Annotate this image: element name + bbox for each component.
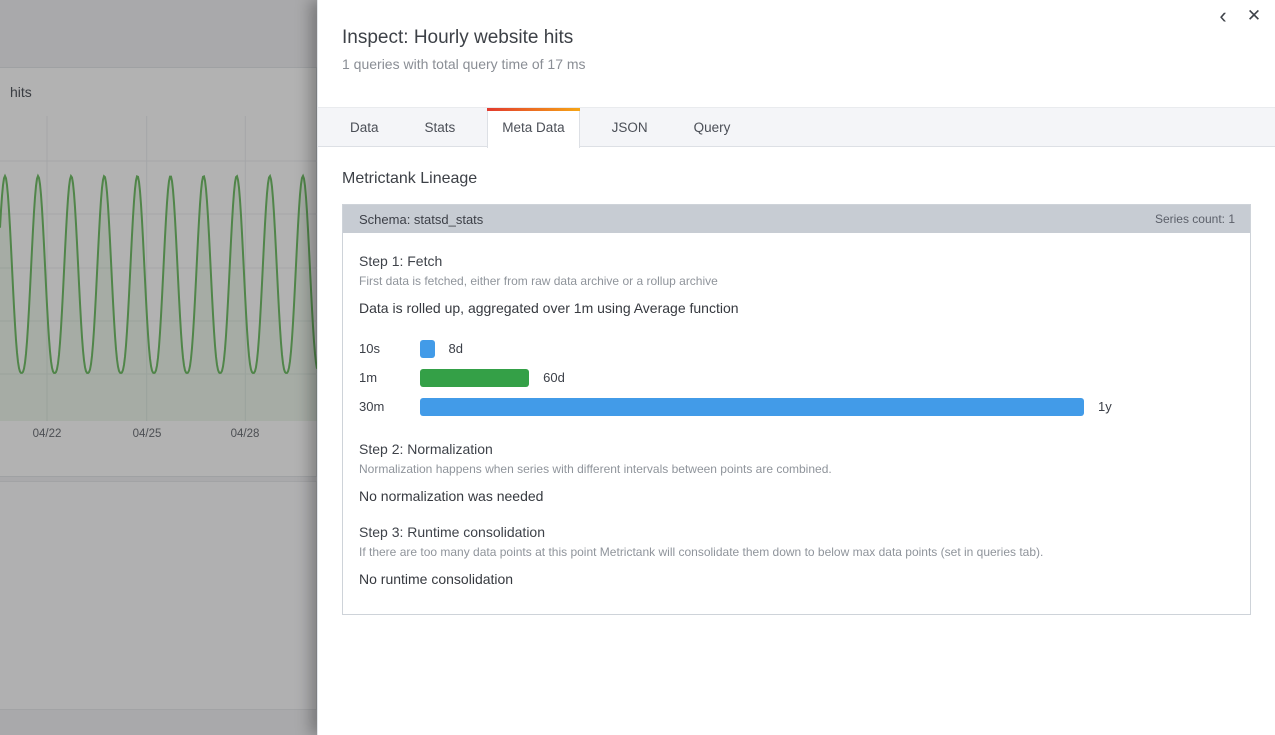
drawer-subtitle: 1 queries with total query time of 17 ms bbox=[342, 56, 1235, 72]
schema-box-body: Step 1: Fetch First data is fetched, eit… bbox=[343, 233, 1250, 614]
retention-row: 30m 1y bbox=[359, 392, 1234, 421]
step-desc: First data is fetched, either from raw d… bbox=[359, 274, 1234, 288]
tab-json[interactable]: JSON bbox=[598, 108, 662, 147]
step-runtime-consolidation: Step 3: Runtime consolidation If there a… bbox=[359, 524, 1234, 587]
tab-stats[interactable]: Stats bbox=[411, 108, 470, 147]
schema-title: Schema: statsd_stats bbox=[359, 212, 483, 227]
retention-interval: 1m bbox=[359, 370, 420, 385]
close-icon[interactable]: ✕ bbox=[1241, 4, 1267, 28]
inspect-drawer: ‹ ✕ Inspect: Hourly website hits 1 queri… bbox=[317, 0, 1275, 735]
step-fetch: Step 1: Fetch First data is fetched, eit… bbox=[359, 253, 1234, 421]
step-desc: Normalization happens when series with d… bbox=[359, 462, 1234, 476]
drawer-title: Inspect: Hourly website hits bbox=[342, 27, 1235, 49]
drawer-controls: ‹ ✕ bbox=[1211, 4, 1267, 28]
series-count: Series count: 1 bbox=[1155, 212, 1235, 226]
step-result: Data is rolled up, aggregated over 1m us… bbox=[359, 300, 1234, 316]
retention-bar bbox=[420, 369, 529, 387]
retention-interval: 10s bbox=[359, 341, 420, 356]
dashboard-backdrop: hits 04/22 04/25 04/28 bbox=[0, 0, 317, 735]
step-desc: If there are too many data points at thi… bbox=[359, 545, 1234, 559]
step-result: No runtime consolidation bbox=[359, 571, 1234, 587]
retention-chart: 10s 8d 1m 60d 30m 1y bbox=[359, 334, 1234, 421]
retention-bar bbox=[420, 398, 1084, 416]
step-normalization: Step 2: Normalization Normalization happ… bbox=[359, 441, 1234, 504]
step-result: No normalization was needed bbox=[359, 488, 1234, 504]
step-title: Step 3: Runtime consolidation bbox=[359, 524, 1234, 540]
inspect-tab-bar: Data Stats Meta Data JSON Query bbox=[318, 107, 1275, 147]
retention-row: 1m 60d bbox=[359, 363, 1234, 392]
tab-data[interactable]: Data bbox=[336, 108, 393, 147]
retention-duration: 8d bbox=[449, 341, 463, 356]
retention-bar bbox=[420, 340, 435, 358]
retention-row: 10s 8d bbox=[359, 334, 1234, 363]
drawer-header: Inspect: Hourly website hits 1 queries w… bbox=[318, 0, 1275, 72]
chevron-left-icon[interactable]: ‹ bbox=[1211, 4, 1235, 28]
schema-box: Schema: statsd_stats Series count: 1 Ste… bbox=[342, 204, 1251, 615]
section-heading: Metrictank Lineage bbox=[342, 170, 1251, 188]
retention-duration: 1y bbox=[1098, 399, 1112, 414]
modal-backdrop-overlay[interactable] bbox=[0, 0, 317, 735]
tab-meta-data[interactable]: Meta Data bbox=[487, 108, 579, 148]
step-title: Step 2: Normalization bbox=[359, 441, 1234, 457]
meta-data-content: Metrictank Lineage Schema: statsd_stats … bbox=[318, 147, 1275, 615]
tab-query[interactable]: Query bbox=[680, 108, 745, 147]
step-title: Step 1: Fetch bbox=[359, 253, 1234, 269]
retention-interval: 30m bbox=[359, 399, 420, 414]
retention-duration: 60d bbox=[543, 370, 565, 385]
schema-box-header: Schema: statsd_stats Series count: 1 bbox=[343, 205, 1250, 233]
